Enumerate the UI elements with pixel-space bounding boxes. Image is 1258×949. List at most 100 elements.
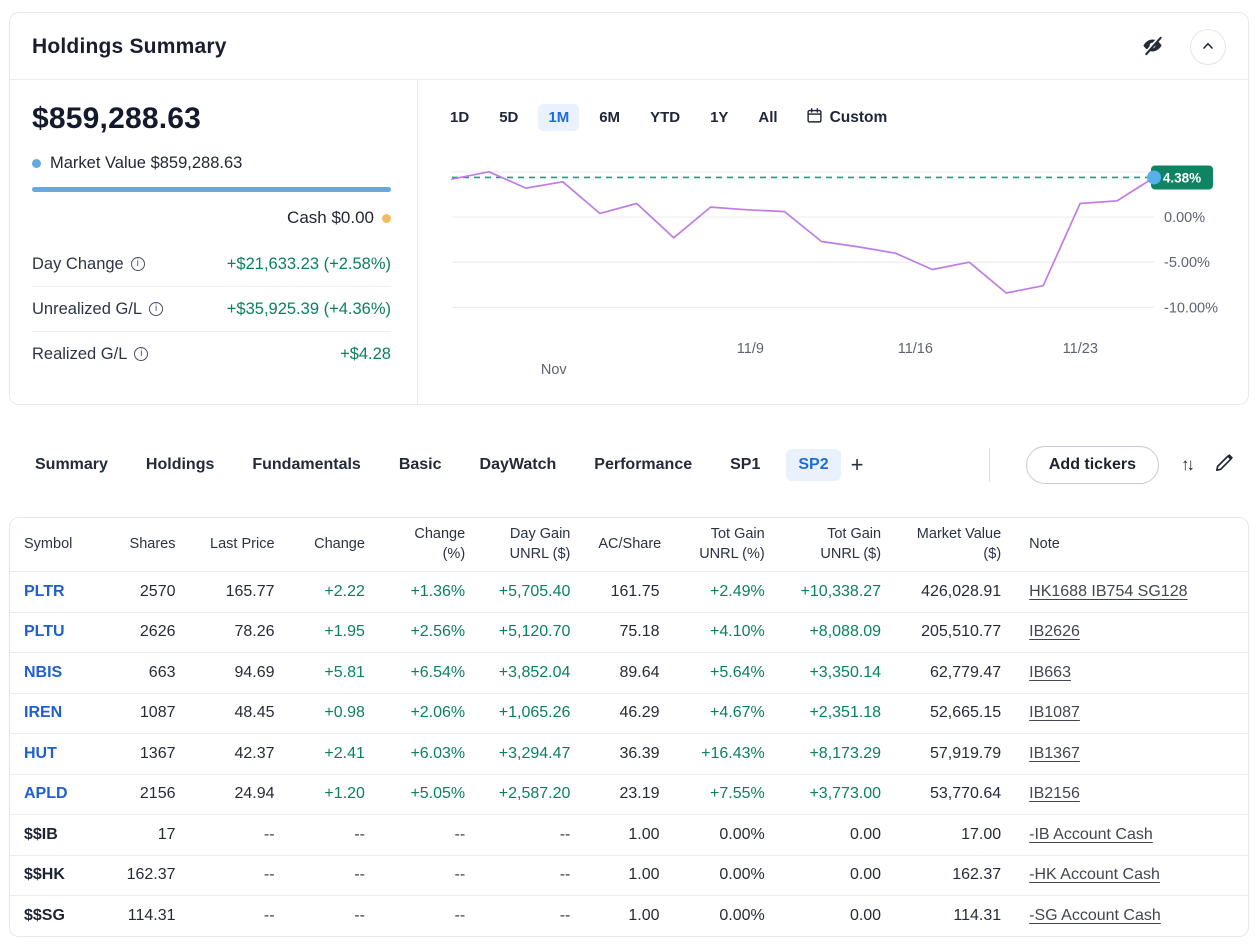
range-tab-ytd[interactable]: YTD	[640, 104, 690, 131]
note-cell: HK1688 IB754 SG128	[1015, 572, 1248, 613]
day-gain-unrl-cell: +2,587.20	[479, 774, 584, 815]
info-icon[interactable]: i	[134, 347, 148, 361]
range-tab-1d[interactable]: 1D	[440, 104, 479, 131]
shares-cell: 1087	[104, 693, 189, 734]
column-header-change-[interactable]: Change (%)	[379, 518, 479, 572]
column-header-last-price[interactable]: Last Price	[190, 518, 289, 572]
range-tab-5d[interactable]: 5D	[489, 104, 528, 131]
cash-row: Cash $0.00	[32, 208, 391, 228]
hide-values-button[interactable]	[1141, 34, 1164, 60]
column-header-market-value[interactable]: Market Value ($)	[895, 518, 1015, 572]
symbol-link[interactable]: NBIS	[10, 653, 104, 694]
total-account-value: $859,288.63	[32, 102, 391, 136]
column-header-shares[interactable]: Shares	[104, 518, 189, 572]
add-tab-button[interactable]: +	[841, 452, 874, 478]
performance-line-chart[interactable]: 0.00%-5.00%-10.00%4.38%Nov11/911/1611/23	[436, 149, 1232, 386]
note-cell: IB1087	[1015, 693, 1248, 734]
last-price-cell: 24.94	[190, 774, 289, 815]
market-value-legend: Market Value $859,288.63	[32, 154, 391, 173]
column-header-day-gain[interactable]: Day Gain UNRL ($)	[479, 518, 584, 572]
y-axis-label: -10.00%	[1164, 300, 1218, 316]
custom-range-button[interactable]: Custom	[806, 107, 888, 129]
table-row-pltr: PLTR2570165.77+2.22+1.36%+5,705.40161.75…	[10, 572, 1248, 613]
last-price-cell: 78.26	[190, 612, 289, 653]
tab-basic[interactable]: Basic	[387, 449, 454, 481]
note-link[interactable]: -HK Account Cash	[1029, 866, 1160, 883]
symbol-link[interactable]: $$SG	[10, 896, 104, 937]
cash-dot-icon	[382, 214, 391, 223]
tab-sp1[interactable]: SP1	[718, 449, 772, 481]
range-tab-all[interactable]: All	[748, 104, 787, 131]
symbol-link[interactable]: HUT	[10, 734, 104, 775]
note-link[interactable]: IB2156	[1029, 785, 1080, 802]
change-pct-cell: +6.03%	[379, 734, 479, 775]
symbol-link[interactable]: $$IB	[10, 815, 104, 856]
change-pct-cell: --	[379, 855, 479, 896]
note-link[interactable]: IB663	[1029, 664, 1071, 681]
last-price-cell: 42.37	[190, 734, 289, 775]
symbol-link[interactable]: $$HK	[10, 855, 104, 896]
tot-gain-unrl-pct-cell: +16.43%	[674, 734, 779, 775]
ac-share-cell: 1.00	[584, 896, 673, 937]
note-link[interactable]: -SG Account Cash	[1029, 907, 1161, 924]
ac-share-cell: 1.00	[584, 855, 673, 896]
info-icon[interactable]: i	[149, 302, 163, 316]
tot-gain-unrl-cell: +2,351.18	[779, 693, 895, 734]
holdings-table-card: SymbolSharesLast PriceChangeChange (%)Da…	[9, 517, 1249, 937]
change-cell: +0.98	[289, 693, 379, 734]
tab-sp2[interactable]: SP2	[786, 449, 840, 481]
portfolio-return-line	[452, 172, 1154, 293]
column-header-tot-gain[interactable]: Tot Gain UNRL (%)	[674, 518, 779, 572]
column-header-change[interactable]: Change	[289, 518, 379, 572]
tab-fundamentals[interactable]: Fundamentals	[240, 449, 372, 481]
tab-summary[interactable]: Summary	[23, 449, 120, 481]
cash-label: Cash $0.00	[287, 208, 374, 228]
page-title: Holdings Summary	[32, 35, 227, 59]
tot-gain-unrl-pct-cell: +7.55%	[674, 774, 779, 815]
table-body: PLTR2570165.77+2.22+1.36%+5,705.40161.75…	[10, 572, 1248, 937]
market-value-dot-icon	[32, 159, 41, 168]
table-header-row: SymbolSharesLast PriceChangeChange (%)Da…	[10, 518, 1248, 572]
tab-daywatch[interactable]: DayWatch	[468, 449, 569, 481]
tab-performance[interactable]: Performance	[582, 449, 704, 481]
day-gain-unrl-cell: +5,120.70	[479, 612, 584, 653]
info-icon[interactable]: i	[131, 257, 145, 271]
edit-icon[interactable]	[1214, 452, 1235, 478]
last-price-cell: --	[190, 896, 289, 937]
shares-cell: 2570	[104, 572, 189, 613]
tot-gain-unrl-cell: 0.00	[779, 855, 895, 896]
performance-chart-panel: 1D 5D 1M 6M YTD 1Y All Custom 0.00%-5.00%-10.0…	[418, 80, 1248, 404]
column-header-symbol[interactable]: Symbol	[10, 518, 104, 572]
note-link[interactable]: HK1688 IB754 SG128	[1029, 583, 1187, 600]
unrealized-gl-label: Unrealized G/Li	[32, 300, 163, 319]
shares-cell: 162.37	[104, 855, 189, 896]
unrealized-gl-row: Unrealized G/Li +$35,925.39 (+4.36%)	[32, 286, 391, 331]
range-tab-6m[interactable]: 6M	[589, 104, 630, 131]
note-link[interactable]: IB1367	[1029, 745, 1080, 762]
collapse-button[interactable]	[1190, 29, 1226, 65]
note-link[interactable]: IB1087	[1029, 704, 1080, 721]
add-tickers-button[interactable]: Add tickers	[1026, 446, 1159, 484]
note-link[interactable]: IB2626	[1029, 623, 1080, 640]
column-header-tot-gain[interactable]: Tot Gain UNRL ($)	[779, 518, 895, 572]
unrealized-gl-value: +$35,925.39 (+4.36%)	[227, 300, 391, 319]
column-header-ac-share[interactable]: AC/Share	[584, 518, 673, 572]
note-link[interactable]: -IB Account Cash	[1029, 826, 1153, 843]
sort-icon[interactable]: ↑↓	[1181, 455, 1192, 475]
symbol-link[interactable]: PLTU	[10, 612, 104, 653]
column-header-note[interactable]: Note	[1015, 518, 1248, 572]
symbol-link[interactable]: IREN	[10, 693, 104, 734]
market-value-cell: 114.31	[895, 896, 1015, 937]
symbol-link[interactable]: APLD	[10, 774, 104, 815]
range-tab-1m[interactable]: 1M	[538, 104, 579, 131]
note-cell: -HK Account Cash	[1015, 855, 1248, 896]
symbol-link[interactable]: PLTR	[10, 572, 104, 613]
tot-gain-unrl-pct-cell: 0.00%	[674, 815, 779, 856]
shares-cell: 2156	[104, 774, 189, 815]
day-change-row: Day Changei +$21,633.23 (+2.58%)	[32, 242, 391, 286]
shares-cell: 2626	[104, 612, 189, 653]
tab-holdings[interactable]: Holdings	[134, 449, 226, 481]
change-pct-cell: --	[379, 896, 479, 937]
holdings-summary-card: Holdings Summary $859,288.63 Market Valu…	[9, 12, 1249, 405]
range-tab-1y[interactable]: 1Y	[700, 104, 738, 131]
